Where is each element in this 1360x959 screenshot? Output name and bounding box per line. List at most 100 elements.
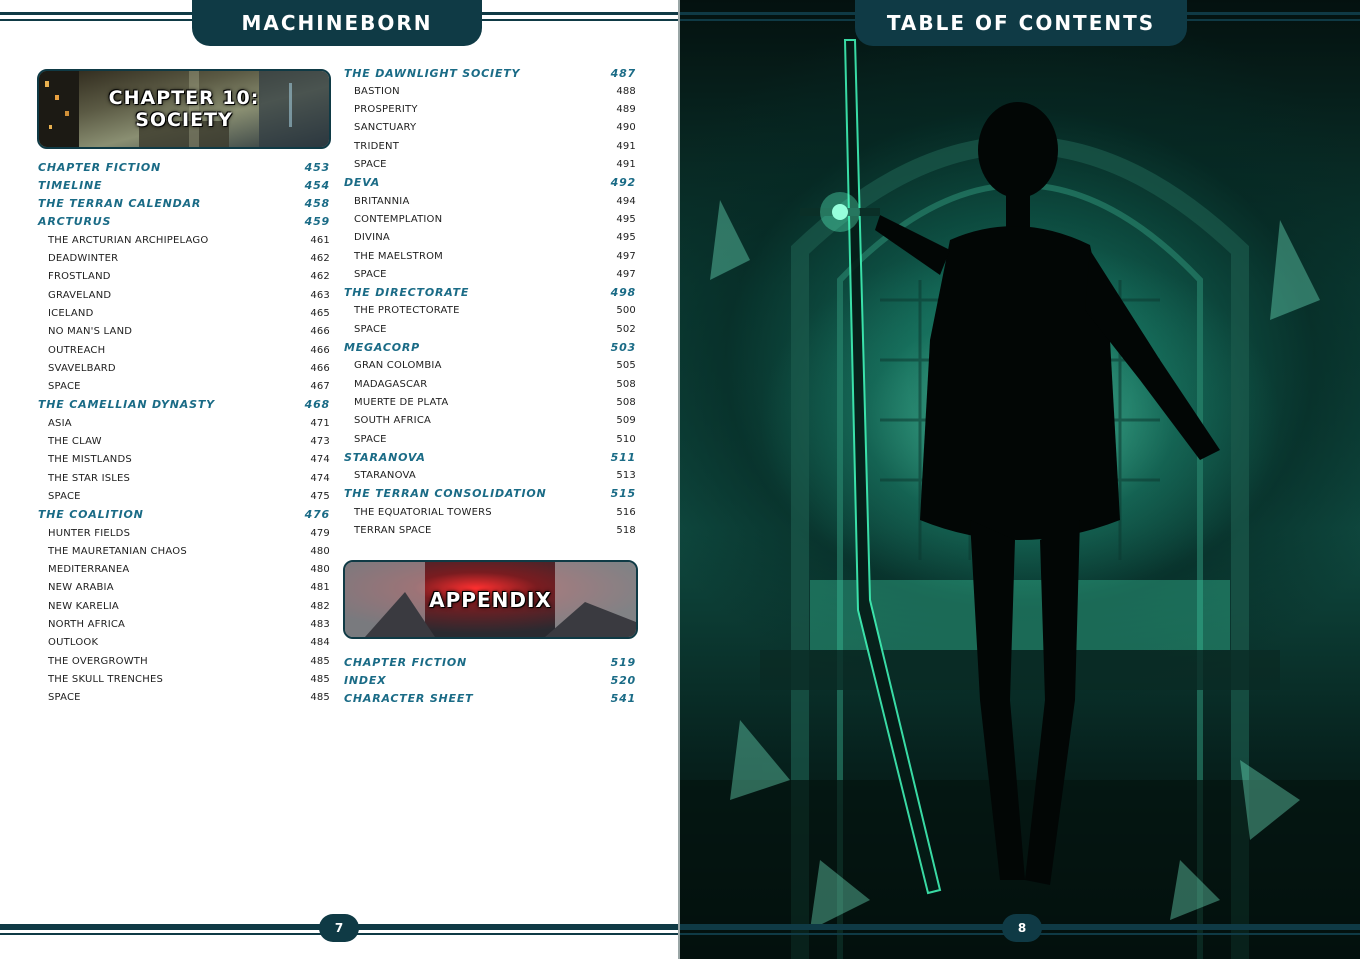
toc-section-entry[interactable]: MEGACORP 503 bbox=[344, 340, 636, 356]
toc-section-entry[interactable]: TIMELINE 454 bbox=[38, 177, 330, 193]
toc-entry-page: 462 bbox=[310, 253, 330, 264]
toc-subsection-entry[interactable]: SPACE 502 bbox=[344, 321, 636, 337]
header-title: MACHINEBORN bbox=[192, 0, 482, 46]
toc-entry-label: MADAGASCAR bbox=[354, 378, 428, 390]
toc-entry-label: PROSPERITY bbox=[354, 104, 418, 116]
toc-entry-page: 466 bbox=[310, 326, 330, 338]
toc-entry-label: NEW ARABIA bbox=[48, 582, 114, 594]
toc-entry-page: 479 bbox=[310, 527, 330, 539]
toc-subsection-entry[interactable]: GRAVELAND 463 bbox=[38, 287, 330, 303]
appendix-banner-title: APPENDIX bbox=[429, 587, 552, 612]
toc-subsection-entry[interactable]: SPACE 510 bbox=[344, 431, 636, 447]
toc-subsection-entry[interactable]: THE ARCTURIAN ARCHIPELAGO 461 bbox=[38, 232, 330, 248]
appendix-banner: APPENDIX bbox=[343, 560, 638, 639]
toc-subsection-entry[interactable]: PROSPERITY 489 bbox=[344, 102, 636, 118]
toc-subsection-entry[interactable]: SPACE 485 bbox=[38, 690, 330, 706]
toc-subsection-entry[interactable]: NEW KARELIA 482 bbox=[38, 598, 330, 614]
toc-subsection-entry[interactable]: NORTH AFRICA 483 bbox=[38, 617, 330, 633]
left-page: MACHINEBORN CHAPTER 10: SOCIETY CHAPTER … bbox=[0, 0, 678, 959]
toc-subsection-entry[interactable]: OUTLOOK 484 bbox=[38, 635, 330, 651]
toc-entry-page: 505 bbox=[616, 360, 636, 372]
toc-entry-label: THE COALITION bbox=[38, 508, 144, 522]
toc-entry-page: 466 bbox=[310, 344, 330, 356]
toc-entry-label: ICELAND bbox=[48, 307, 94, 319]
toc-subsection-entry[interactable]: SVAVELBARD 466 bbox=[38, 360, 330, 376]
toc-subsection-entry[interactable]: GRAN COLOMBIA 505 bbox=[344, 358, 636, 374]
toc-subsection-entry[interactable]: FROSTLAND 462 bbox=[38, 269, 330, 285]
toc-entry-page: 485 bbox=[310, 655, 330, 667]
toc-section-entry[interactable]: THE TERRAN CONSOLIDATION 515 bbox=[344, 486, 636, 502]
toc-subsection-entry[interactable]: SPACE 467 bbox=[38, 379, 330, 395]
toc-section-entry[interactable]: THE DIRECTORATE 498 bbox=[344, 285, 636, 301]
toc-subsection-entry[interactable]: SPACE 497 bbox=[344, 266, 636, 282]
page-number-right: 8 bbox=[1002, 914, 1042, 942]
toc-entry-label: THE DIRECTORATE bbox=[344, 286, 470, 300]
toc-subsection-entry[interactable]: THE STAR ISLES 474 bbox=[38, 470, 330, 486]
toc-entry-page: 509 bbox=[616, 415, 636, 427]
toc-section-entry[interactable]: THE CAMELLIAN DYNASTY 468 bbox=[38, 397, 330, 413]
toc-entry-label: THE MISTLANDS bbox=[48, 454, 132, 466]
toc-subsection-entry[interactable]: HUNTER FIELDS 479 bbox=[38, 525, 330, 541]
toc-subsection-entry[interactable]: SPACE 491 bbox=[344, 157, 636, 173]
toc-subsection-entry[interactable]: MEDITERRANEA 480 bbox=[38, 562, 330, 578]
toc-section-entry[interactable]: INDEX 520 bbox=[344, 672, 636, 688]
cover-illustration bbox=[680, 39, 1360, 959]
toc-section-entry[interactable]: DEVA 492 bbox=[344, 175, 636, 191]
toc-subsection-entry[interactable]: ASIA 471 bbox=[38, 415, 330, 431]
header-title-right: TABLE OF CONTENTS bbox=[855, 0, 1187, 46]
toc-entry-page: 519 bbox=[610, 655, 636, 669]
toc-subsection-entry[interactable]: BRITANNIA 494 bbox=[344, 193, 636, 209]
toc-entry-label: OUTREACH bbox=[48, 344, 106, 356]
toc-subsection-entry[interactable]: SPACE 475 bbox=[38, 488, 330, 504]
right-page: TABLE OF CONTENTS 8 bbox=[680, 0, 1360, 959]
toc-subsection-entry[interactable]: THE SKULL TRENCHES 485 bbox=[38, 671, 330, 687]
toc-entry-label: THE OVERGROWTH bbox=[48, 655, 148, 667]
toc-entry-page: 511 bbox=[610, 450, 636, 464]
toc-section-entry[interactable]: ARCTURUS 459 bbox=[38, 214, 330, 230]
toc-entry-page: 466 bbox=[310, 362, 330, 374]
toc-section-entry[interactable]: STARANOVA 511 bbox=[344, 449, 636, 465]
toc-subsection-entry[interactable]: THE MISTLANDS 474 bbox=[38, 452, 330, 468]
toc-entry-page: 463 bbox=[310, 289, 330, 301]
toc-entry-page: 508 bbox=[616, 378, 636, 390]
toc-entry-label: BRITANNIA bbox=[354, 195, 410, 207]
toc-subsection-entry[interactable]: SANCTUARY 490 bbox=[344, 120, 636, 136]
toc-section-entry[interactable]: CHAPTER FICTION 519 bbox=[344, 654, 636, 670]
toc-subsection-entry[interactable]: THE PROTECTORATE 500 bbox=[344, 303, 636, 319]
toc-section-entry[interactable]: CHAPTER FICTION 453 bbox=[38, 159, 330, 175]
toc-subsection-entry[interactable]: THE EQUATORIAL TOWERS 516 bbox=[344, 504, 636, 520]
toc-subsection-entry[interactable]: THE MAELSTROM 497 bbox=[344, 248, 636, 264]
toc-subsection-entry[interactable]: DIVINA 495 bbox=[344, 230, 636, 246]
toc-subsection-entry[interactable]: TERRAN SPACE 518 bbox=[344, 523, 636, 539]
toc-entry-label: NORTH AFRICA bbox=[48, 619, 126, 630]
toc-subsection-entry[interactable]: NO MAN'S LAND 466 bbox=[38, 324, 330, 340]
toc-entry-label: DIVINA bbox=[354, 232, 390, 244]
toc-section-entry[interactable]: CHARACTER SHEET 541 bbox=[344, 691, 636, 707]
toc-subsection-entry[interactable]: DEADWINTER 462 bbox=[38, 251, 330, 267]
toc-subsection-entry[interactable]: STARANOVA 513 bbox=[344, 468, 636, 484]
toc-subsection-entry[interactable]: THE CLAW 473 bbox=[38, 434, 330, 450]
toc-entry-page: 459 bbox=[304, 215, 330, 229]
toc-entry-label: THE STAR ISLES bbox=[48, 472, 131, 484]
toc-entry-page: 500 bbox=[616, 305, 636, 317]
toc-entry-label: CONTEMPLATION bbox=[354, 213, 443, 225]
toc-subsection-entry[interactable]: SOUTH AFRICA 509 bbox=[344, 413, 636, 429]
toc-subsection-entry[interactable]: THE OVERGROWTH 485 bbox=[38, 653, 330, 669]
toc-entry-label: SANCTUARY bbox=[354, 122, 417, 134]
toc-section-entry[interactable]: THE COALITION 476 bbox=[38, 507, 330, 523]
toc-subsection-entry[interactable]: THE MAURETANIAN CHAOS 480 bbox=[38, 543, 330, 559]
toc-subsection-entry[interactable]: CONTEMPLATION 495 bbox=[344, 211, 636, 227]
toc-subsection-entry[interactable]: TRIDENT 491 bbox=[344, 138, 636, 154]
toc-subsection-entry[interactable]: OUTREACH 466 bbox=[38, 342, 330, 358]
toc-subsection-entry[interactable]: MADAGASCAR 508 bbox=[344, 376, 636, 392]
toc-entry-page: 483 bbox=[310, 619, 330, 630]
toc-subsection-entry[interactable]: BASTION 488 bbox=[344, 83, 636, 99]
toc-section-entry[interactable]: THE TERRAN CALENDAR 458 bbox=[38, 196, 330, 212]
toc-entry-page: 453 bbox=[304, 160, 330, 174]
toc-subsection-entry[interactable]: ICELAND 465 bbox=[38, 305, 330, 321]
toc-section-entry[interactable]: THE DAWNLIGHT SOCIETY 487 bbox=[344, 65, 636, 81]
toc-entry-page: 510 bbox=[616, 433, 636, 445]
toc-entry-label: SVAVELBARD bbox=[48, 362, 116, 374]
toc-subsection-entry[interactable]: MUERTE DE PLATA 508 bbox=[344, 394, 636, 410]
toc-subsection-entry[interactable]: NEW ARABIA 481 bbox=[38, 580, 330, 596]
